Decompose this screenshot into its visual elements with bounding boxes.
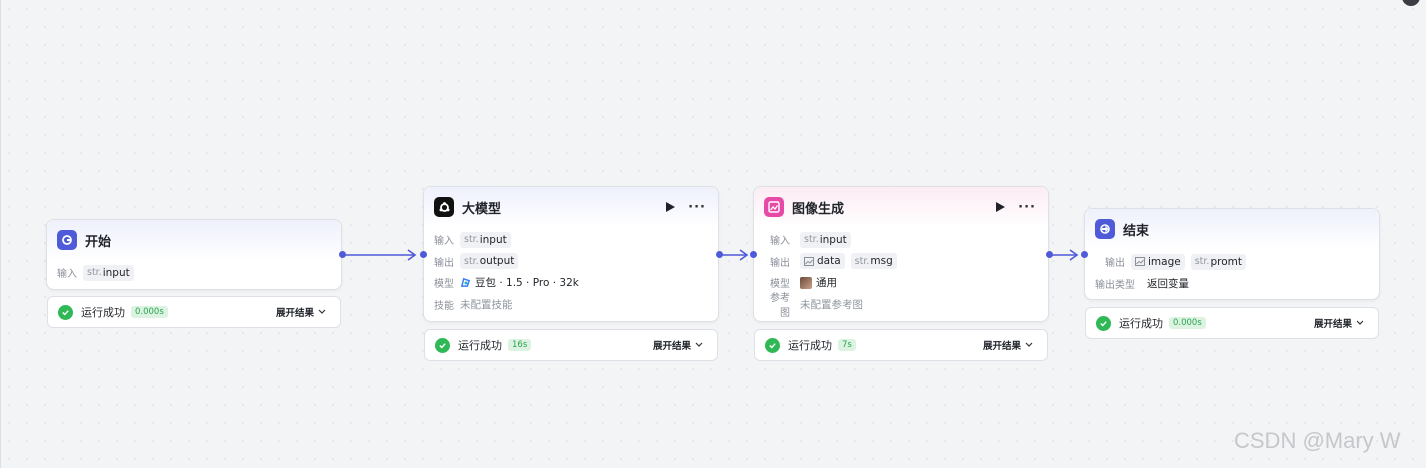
play-icon[interactable] [994,201,1006,213]
input-row: 输入 str. input [57,262,331,284]
start-icon [57,230,77,250]
input-port[interactable] [420,251,427,258]
variable-chip: image [1131,253,1185,270]
output-type-row: 输出类型 返回变量 [1095,273,1369,295]
chevron-down-icon [695,342,703,347]
input-label: 输入 [434,236,454,248]
image-type-icon [1135,257,1145,267]
output-label: 输出 [1105,258,1125,270]
model-avatar-icon [800,276,812,289]
expand-result-button[interactable]: 展开结果 [276,305,326,319]
model-label: 模型 [434,279,454,291]
output-port[interactable] [1046,251,1053,258]
input-row: 输入 str. input [764,229,1038,251]
status-time-badge: 7s [838,339,856,351]
status-bar: 运行成功 7s 展开结果 [754,329,1048,361]
variable-chip: str. input [800,231,851,248]
check-circle-icon [58,304,73,320]
canvas-border [0,0,1,468]
node-start-header: 开始 [47,220,341,260]
reference-row: 参考图 未配置参考图 [764,293,1038,319]
variable-chip: str. output [460,253,519,270]
status-text: 运行成功 [458,339,502,352]
variable-chip: str. input [83,264,134,281]
output-type-value: 返回变量 [1147,277,1189,290]
skill-value: 未配置技能 [460,298,513,311]
llm-icon [434,197,454,217]
model-row: 模型 通用 [764,272,1038,294]
edge-image-end [1049,249,1079,261]
output-port[interactable] [716,251,723,258]
edge-llm-image [719,249,749,261]
reference-label: 参考图 [770,293,790,320]
output-type-label: 输出类型 [1095,279,1135,291]
input-port[interactable] [750,251,757,258]
chevron-down-icon [1356,320,1364,325]
image-type-icon [804,256,814,266]
output-label: 输出 [770,257,790,269]
skill-label: 技能 [434,300,454,312]
input-label: 输入 [770,236,790,248]
workflow-canvas[interactable]: 开始 输入 str. input 运行成功 0.000s 展开结果 大模型 ··· [0,0,1426,468]
watermark: CSDN @Mary W [1234,428,1401,453]
status-bar: 运行成功 0.000s 展开结果 [1085,307,1379,339]
node-title: 图像生成 [792,201,845,217]
input-port[interactable] [1081,251,1088,258]
node-llm[interactable]: 大模型 ··· 输入 str. input 输出 str. output 模型 豆包… [423,186,719,322]
status-time-badge: 0.000s [1169,317,1206,329]
input-label: 输入 [57,269,77,281]
output-row: 输出 data str. msg [764,251,1038,273]
node-start[interactable]: 开始 输入 str. input [46,219,342,290]
more-icon[interactable]: ··· [1018,201,1036,214]
input-row: 输入 str. input [434,229,708,251]
reference-value: 未配置参考图 [800,298,863,311]
help-button[interactable] [1402,0,1420,6]
chevron-down-icon [318,309,326,314]
status-text: 运行成功 [788,339,832,352]
status-text: 运行成功 [81,306,125,319]
node-end[interactable]: 结束 输出 image str. promt 输出类型 返回变量 [1084,208,1380,300]
expand-result-button[interactable]: 展开结果 [1314,316,1364,330]
model-label: 模型 [770,279,790,291]
output-row: 输出 str. output [434,251,708,273]
output-row: 输出 image str. promt [1095,251,1369,273]
check-circle-icon [765,337,780,353]
status-text: 运行成功 [1119,317,1163,330]
node-image-gen[interactable]: 图像生成 ··· 输入 str. input 输出 data str. msg 模型… [753,186,1049,322]
variable-chip: str. promt [1190,253,1246,270]
doubao-logo-icon [460,278,471,288]
variable-chip: str. input [460,231,511,248]
node-llm-header: 大模型 ··· [424,187,718,227]
edge-start-llm [342,249,417,261]
model-value: 豆包 · 1.5 · Pro · 32k [475,277,579,290]
expand-result-button[interactable]: 展开结果 [983,338,1033,352]
node-title: 大模型 [462,201,502,217]
node-end-header: 结束 [1085,209,1379,249]
node-image-header: 图像生成 ··· [754,187,1048,227]
variable-chip: str. msg [850,253,897,270]
status-time-badge: 0.000s [131,306,168,318]
status-bar: 运行成功 0.000s 展开结果 [47,296,341,328]
expand-result-button[interactable]: 展开结果 [653,338,703,352]
node-title: 结束 [1123,223,1150,239]
check-circle-icon [1096,315,1111,331]
play-icon[interactable] [664,201,676,213]
end-icon [1095,219,1115,239]
model-row: 模型 豆包 · 1.5 · Pro · 32k [434,272,708,294]
variable-chip: data [800,253,845,270]
more-icon[interactable]: ··· [688,201,706,214]
status-bar: 运行成功 16s 展开结果 [424,329,718,361]
skill-row: 技能 未配置技能 [434,294,708,316]
status-time-badge: 16s [508,339,532,351]
image-gen-icon [764,197,784,217]
node-title: 开始 [85,234,112,250]
chevron-down-icon [1025,342,1033,347]
check-circle-icon [435,337,450,353]
output-port[interactable] [339,251,346,258]
model-value: 通用 [816,277,837,290]
output-label: 输出 [434,257,454,269]
